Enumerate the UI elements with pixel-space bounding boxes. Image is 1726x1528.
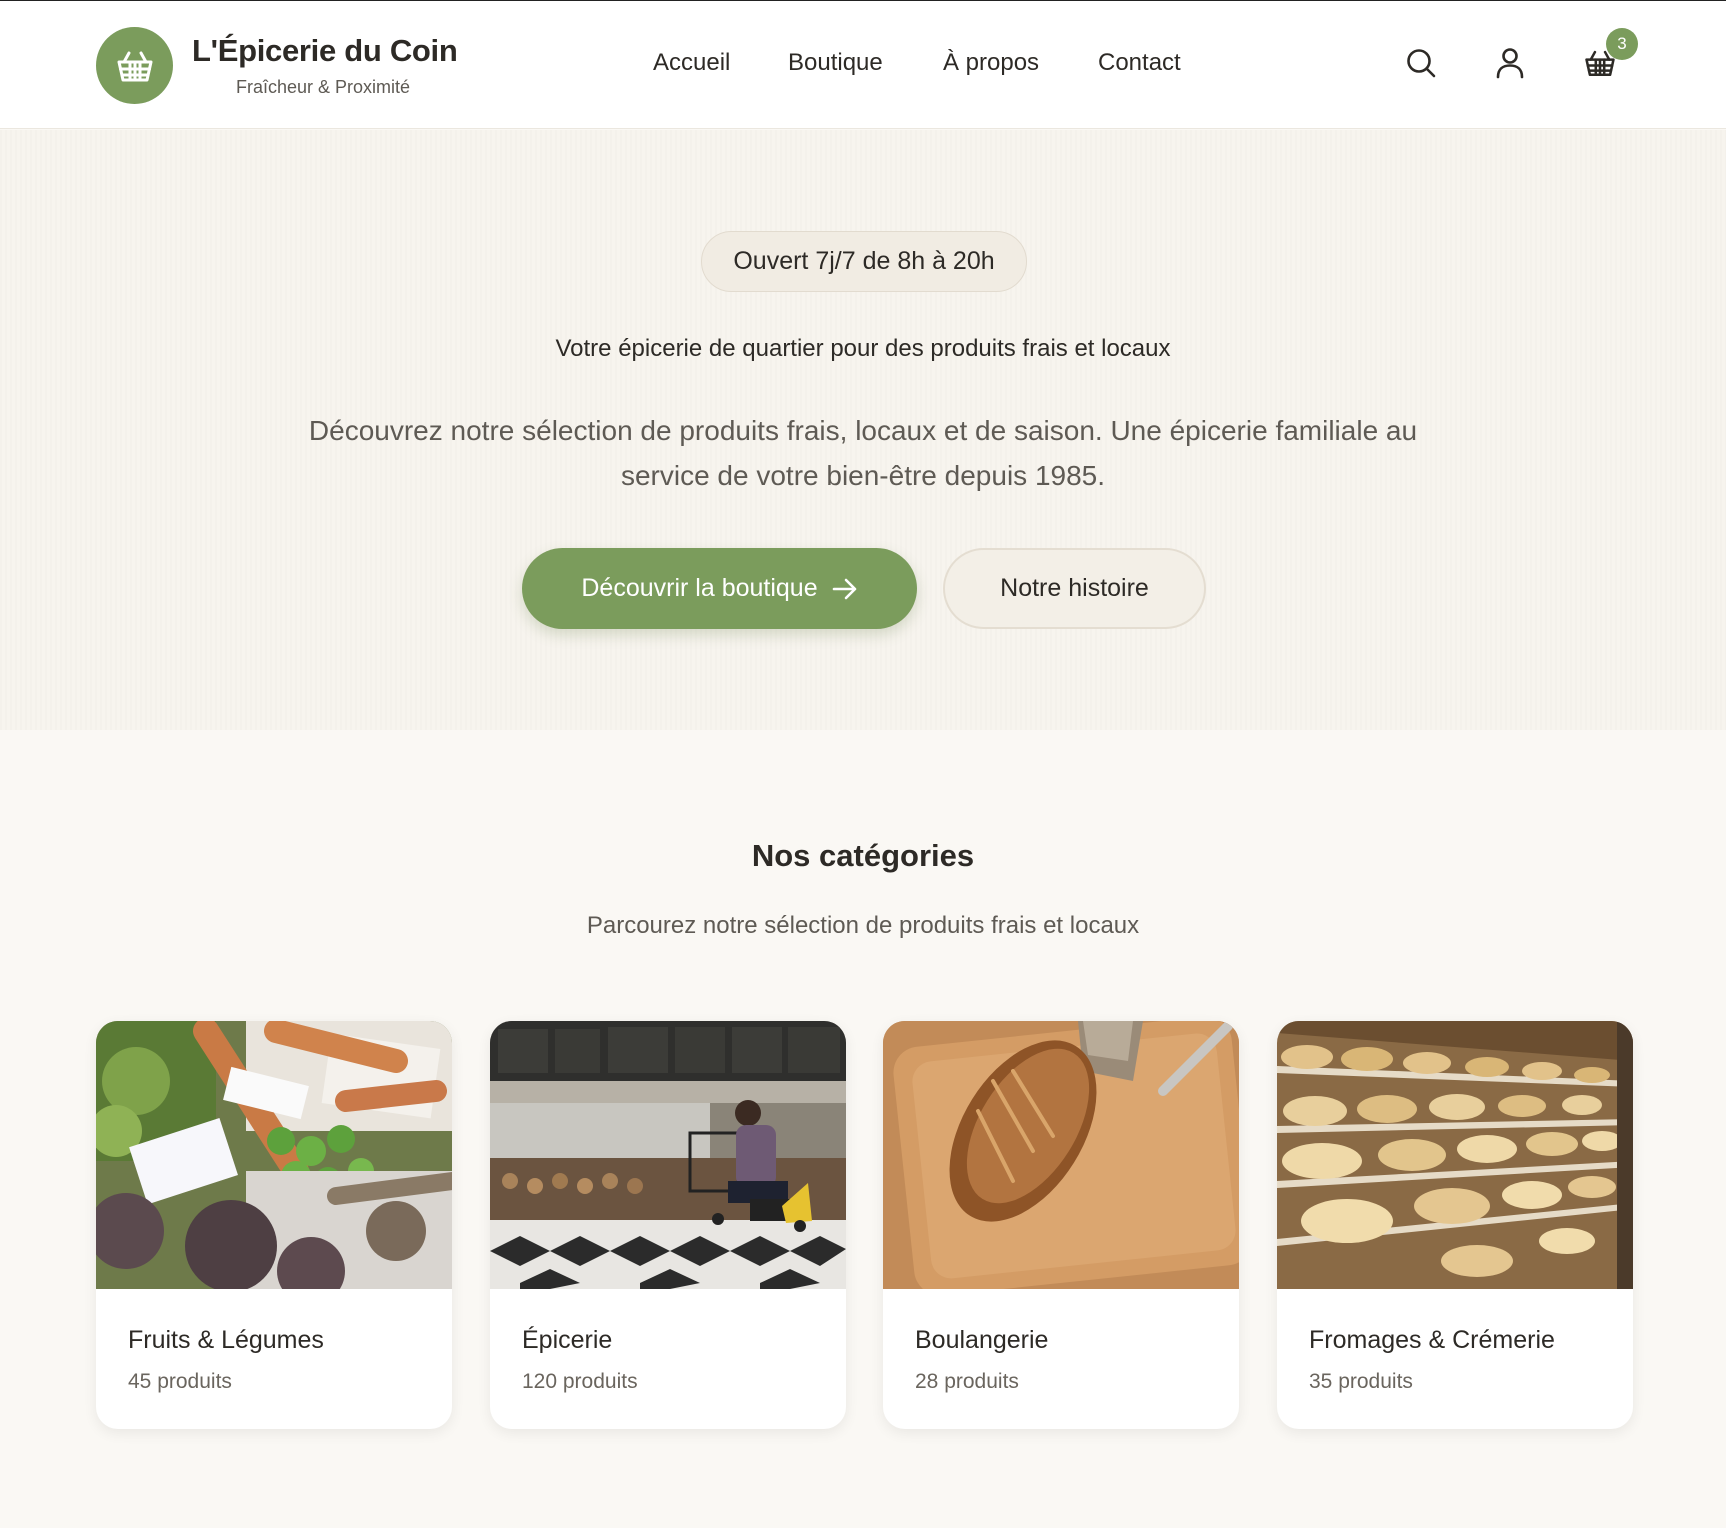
category-name: Fruits & Légumes [128, 1326, 324, 1354]
nav-accueil[interactable]: Accueil [653, 49, 730, 77]
site-header: L'Épicerie du Coin Fraîcheur & Proximité… [0, 1, 1726, 129]
category-name: Boulangerie [915, 1326, 1049, 1354]
logo[interactable] [96, 27, 173, 104]
search-icon [1407, 49, 1436, 78]
nav-a-propos[interactable]: À propos [943, 49, 1039, 77]
nav-contact[interactable]: Contact [1098, 49, 1181, 77]
cart-count-badge: 3 [1606, 28, 1638, 60]
opening-hours-badge: Ouvert 7j/7 de 8h à 20h [701, 231, 1027, 292]
arrow-right-icon [832, 578, 856, 599]
account-button[interactable] [1492, 45, 1528, 81]
category-image-grocery-store [490, 1021, 846, 1289]
brand-tagline: Fraîcheur & Proximité [235, 77, 411, 97]
category-count: 120 produits [522, 1370, 638, 1393]
discover-shop-button[interactable]: Découvrir la boutique [522, 548, 917, 629]
our-story-button[interactable]: Notre histoire [943, 548, 1206, 629]
category-card-boulangerie[interactable]: Boulangerie 28 produits [883, 1021, 1239, 1429]
category-count: 45 produits [128, 1370, 232, 1393]
category-image-bread [883, 1021, 1239, 1289]
category-count: 35 produits [1309, 1370, 1413, 1393]
category-name: Épicerie [522, 1326, 613, 1354]
hero-description: Découvrez notre sélection de produits fr… [308, 415, 1418, 491]
hero-subtitle: Votre épicerie de quartier pour des prod… [555, 335, 1171, 362]
categories-title: Nos catégories [751, 838, 975, 873]
category-card-fromages-cremerie[interactable]: Fromages & Crémerie 35 produits [1277, 1021, 1633, 1429]
category-card-epicerie[interactable]: Épicerie 120 produits [490, 1021, 846, 1429]
nav-boutique[interactable]: Boutique [788, 49, 883, 77]
category-name: Fromages & Crémerie [1309, 1326, 1555, 1354]
category-image-vegetables [96, 1021, 452, 1289]
brand-name[interactable]: L'Épicerie du Coin [192, 33, 492, 69]
user-icon [1496, 48, 1524, 79]
categories-subtitle: Parcourez notre sélection de produits fr… [586, 912, 1140, 939]
basket-icon [117, 51, 152, 81]
category-image-cheese-shelves [1277, 1021, 1633, 1289]
category-count: 28 produits [915, 1370, 1019, 1393]
discover-shop-label: Découvrir la boutique [581, 574, 818, 602]
category-card-fruits-legumes[interactable]: Fruits & Légumes 45 produits [96, 1021, 452, 1429]
search-button[interactable] [1403, 45, 1439, 81]
